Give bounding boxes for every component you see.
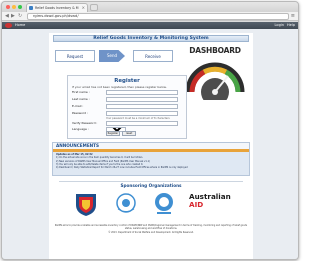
register-buttons: Register reset xyxy=(106,131,136,136)
home-link[interactable]: Home xyxy=(15,22,25,29)
dswd-shield-icon xyxy=(76,194,96,216)
browser-toolbar: ◀ ▶ ↻ rgims.dswd.gov.ph/dswd/ ≡ xyxy=(2,12,298,21)
announcements-panel: ANNOUNCEMENTS Updates as of Mar 15, 02:3… xyxy=(52,142,250,176)
favicon-icon xyxy=(29,6,33,10)
un-agency-icon xyxy=(116,193,136,213)
register-title: Register xyxy=(114,78,140,84)
window-controls xyxy=(6,5,22,9)
new-tab-button[interactable] xyxy=(90,4,98,11)
tab-close-icon[interactable]: × xyxy=(82,4,85,12)
password-field[interactable] xyxy=(106,111,178,116)
email-field[interactable] xyxy=(106,104,178,109)
footer-copyright: © 2013. Department of Social Welfare and… xyxy=(108,231,194,234)
reload-icon[interactable]: ↻ xyxy=(18,13,22,19)
sponsor-divider xyxy=(59,181,243,182)
verify-password-label: Verify Password : xyxy=(72,121,98,125)
first-name-label: First name : xyxy=(72,90,90,94)
announcement-item: 4) Dashboard / Daily Statistical Report … xyxy=(56,166,188,170)
last-name-row: Last name : xyxy=(72,97,184,102)
password-hint: Your password must be a minimum of 8 cha… xyxy=(106,117,170,120)
dashboard-graphic[interactable]: DASHBOARD xyxy=(180,46,250,106)
back-icon[interactable]: ◀ xyxy=(5,13,9,19)
dashboard-label: DASHBOARD xyxy=(189,46,241,55)
last-name-label: Last name : xyxy=(72,97,90,101)
send-step: Send xyxy=(99,50,125,62)
first-name-field[interactable] xyxy=(106,90,178,95)
request-step: Request xyxy=(55,50,95,62)
announcements-list: Updates as of Mar 15, 02:32 1) On the ac… xyxy=(56,153,248,169)
email-row: E-mail : xyxy=(72,104,184,109)
reset-button[interactable]: reset xyxy=(122,131,136,136)
page-viewport: Home Login Help Relief Goods Inventory &… xyxy=(2,22,298,259)
forward-icon[interactable]: ▶ xyxy=(11,13,15,19)
login-link[interactable]: Login xyxy=(275,22,284,29)
password-row: Password : xyxy=(72,111,184,116)
tab-title: Relief Goods Inventory & M xyxy=(35,6,79,10)
footer: RGIMS aims to provide a reliable and acc… xyxy=(49,224,253,234)
password-label: Password : xyxy=(72,111,88,115)
sponsors-title: Sponsoring Organizations xyxy=(120,183,182,188)
close-window-icon[interactable] xyxy=(6,5,10,9)
register-note: If your email has not been registered, t… xyxy=(72,85,167,89)
address-bar[interactable]: rgims.dswd.gov.ph/dswd/ xyxy=(27,13,289,20)
maximize-window-icon[interactable] xyxy=(18,5,22,9)
register-button[interactable]: Register xyxy=(106,131,120,136)
verify-password-field[interactable] xyxy=(106,121,178,126)
receive-step: Receive xyxy=(133,50,173,62)
announcements-divider xyxy=(53,149,249,152)
verify-password-row: Verify Password : xyxy=(72,121,184,126)
dswd-logo-icon xyxy=(5,23,12,28)
tab-strip: Relief Goods Inventory & M × xyxy=(2,2,298,12)
australian-aid-logo: Australian AID xyxy=(189,193,241,209)
register-form: Register If your email has not been regi… xyxy=(67,75,187,139)
email-label: E-mail : xyxy=(72,104,84,108)
browser-tab[interactable]: Relief Goods Inventory & M × xyxy=(26,3,88,12)
language-label: Language : xyxy=(72,127,89,131)
footer-text: RGIMS aims to provide a reliable and acc… xyxy=(54,224,248,230)
system-title: Relief Goods Inventory & Monitoring Syst… xyxy=(53,35,249,42)
first-name-row: First name : xyxy=(72,90,184,95)
australian-aid-line2: AID xyxy=(189,200,204,209)
sponsor-logos: Australian AID xyxy=(49,191,253,221)
site-topbar: Home Login Help xyxy=(2,22,298,29)
last-name-field[interactable] xyxy=(106,97,178,102)
menu-icon[interactable]: ≡ xyxy=(291,14,295,19)
browser-window: Relief Goods Inventory & M × ◀ ▶ ↻ rgims… xyxy=(1,1,299,260)
minimize-window-icon[interactable] xyxy=(12,5,16,9)
unicef-icon xyxy=(155,193,173,214)
main-content: Relief Goods Inventory & Monitoring Syst… xyxy=(49,33,253,259)
help-link[interactable]: Help xyxy=(287,22,295,29)
